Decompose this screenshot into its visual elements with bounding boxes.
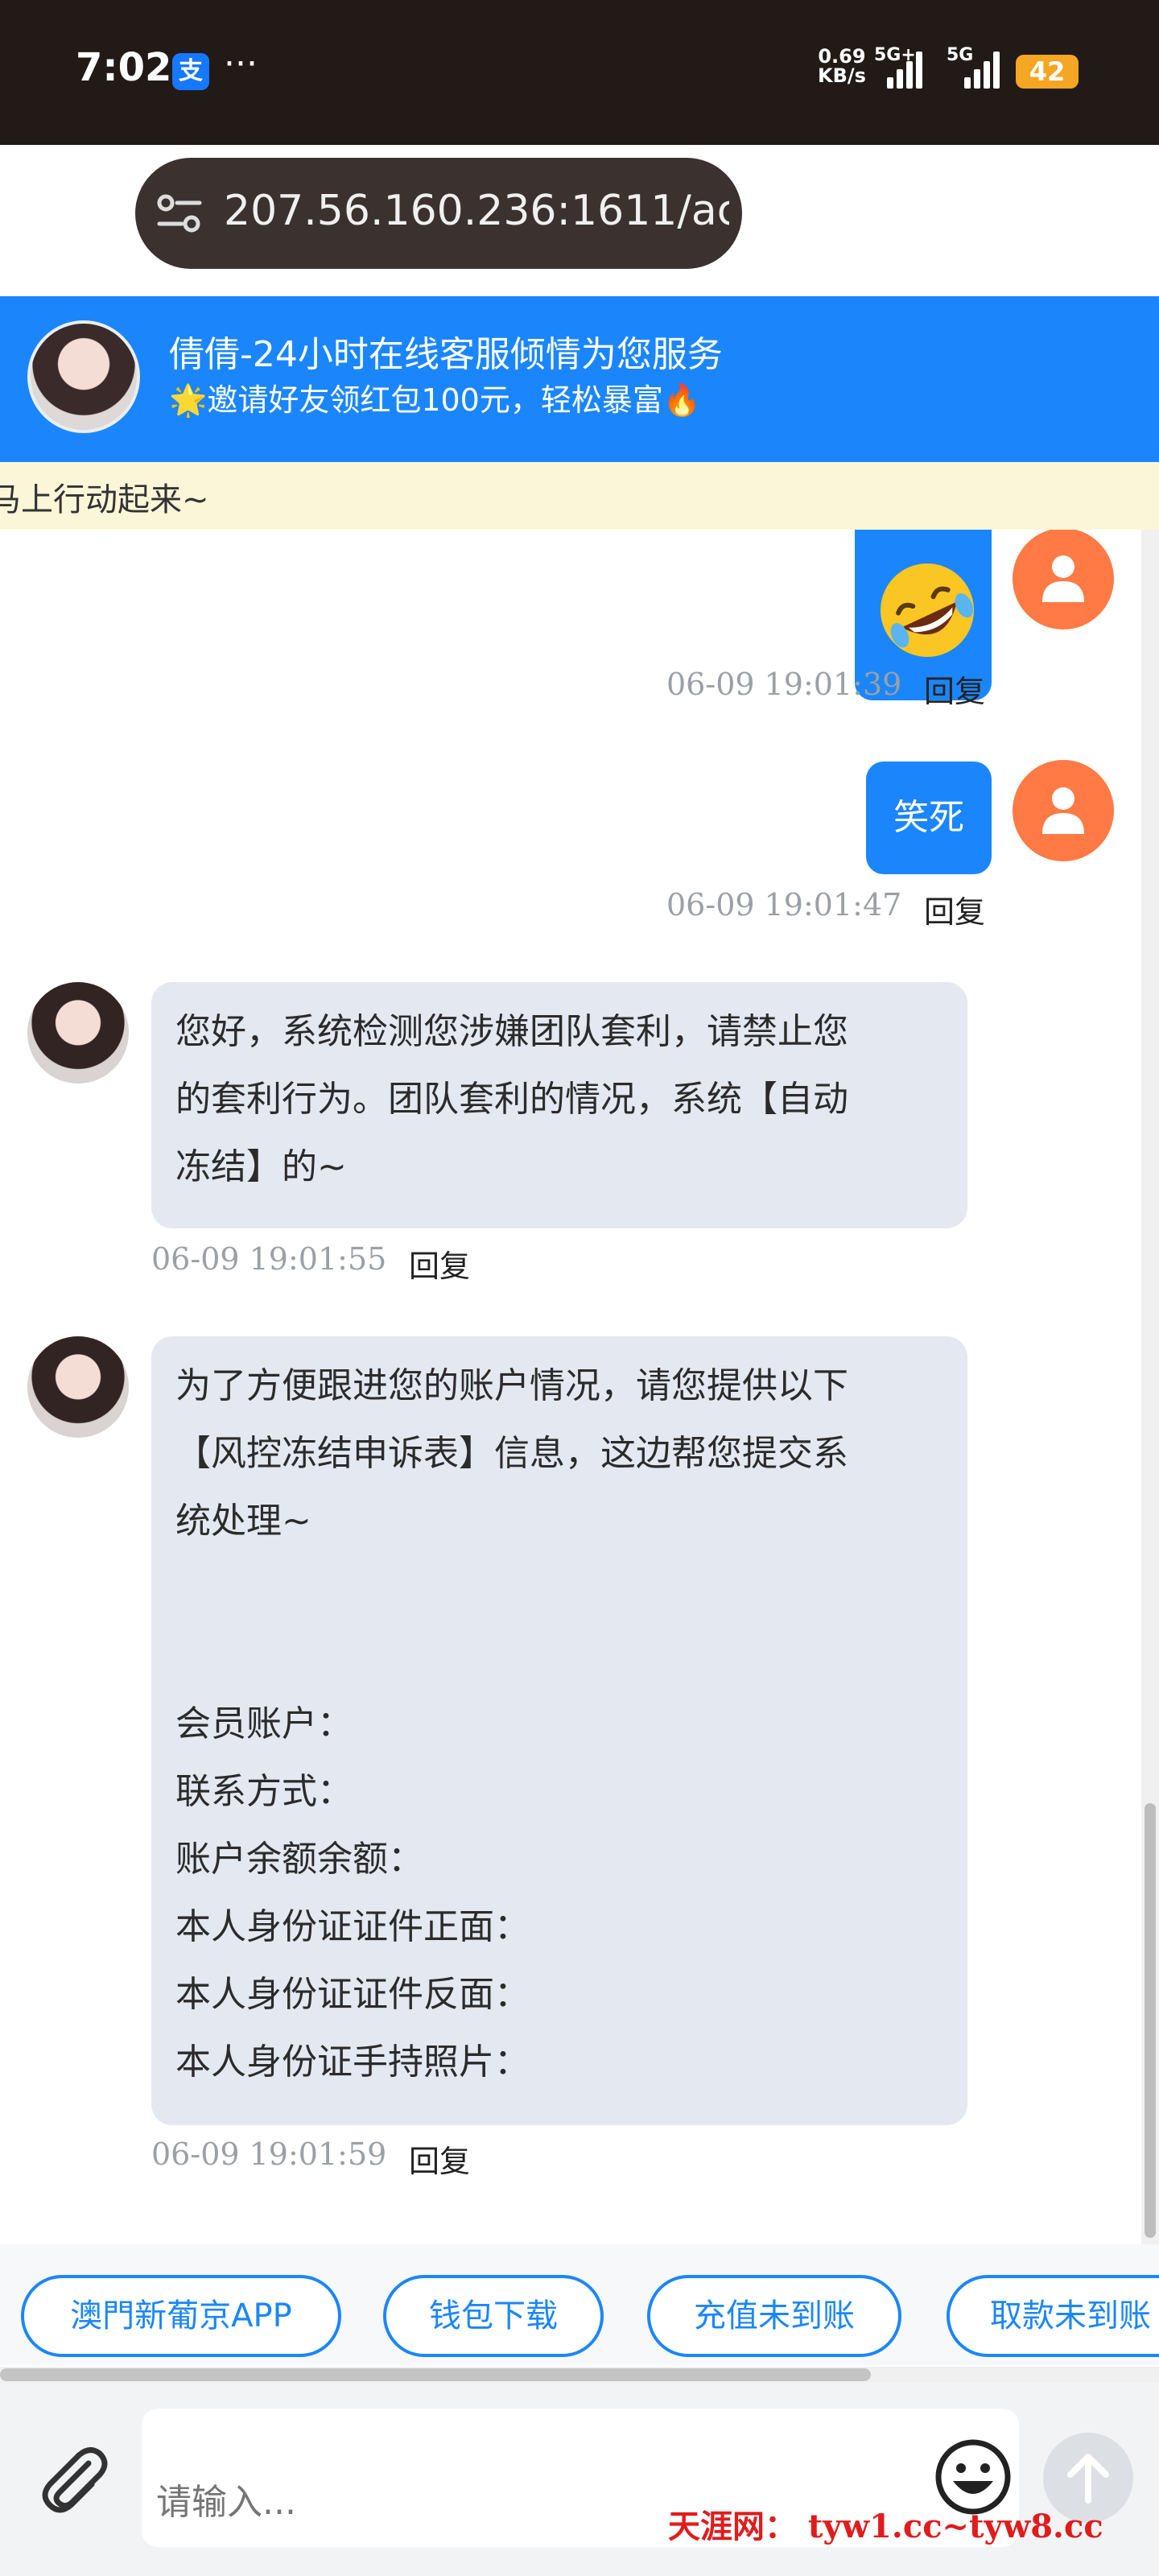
agent-avatar (27, 320, 140, 433)
message-line: 的套利行为。团队套利的情况，系统【自动 (175, 1079, 848, 1120)
alipay-icon: 支 (172, 53, 209, 90)
message-list[interactable]: 06-09 19:01:39 回复 笑死 06-09 19:01:47 回复 您… (0, 530, 1159, 2244)
quick-button-app[interactable]: 澳門新葡京APP (21, 2275, 341, 2357)
clock: 7:02 (76, 45, 172, 90)
message-line: 本人身份证证件正面： (175, 1906, 530, 1947)
network-speed-value: 0.69 (818, 45, 866, 68)
header-promo: 🌟邀请好友领红包100元，轻松暴富🔥 (169, 382, 702, 418)
network-speed-unit: KB/s (818, 64, 866, 87)
tab-switcher-button[interactable]: 14 (930, 188, 977, 235)
scrollbar-thumb[interactable] (1145, 1803, 1156, 2238)
message-timestamp: 06-09 19:01:55 (151, 1241, 387, 1277)
site-watermark: 天涯网： tyw1.cc~tyw8.cc (668, 2508, 1103, 2545)
message-timestamp: 06-09 19:01:59 (151, 2136, 387, 2172)
user-avatar (1013, 760, 1114, 861)
attachment-icon[interactable] (32, 2439, 113, 2520)
message-line: 联系方式： (175, 1771, 353, 1812)
new-tab-icon[interactable] (787, 182, 843, 238)
agent-avatar (27, 982, 129, 1084)
message-line: 统处理~ (175, 1501, 311, 1542)
reply-button[interactable]: 回复 (924, 887, 985, 931)
signal-icon-2 (964, 50, 1001, 89)
agent-avatar (27, 1336, 129, 1438)
status-bar: 7:02 支 ··· 0.69 KB/s 5G+ 5G 42 (0, 0, 1159, 145)
quick-button-wallet[interactable]: 钱包下载 (383, 2275, 604, 2357)
message-line: 本人身份证手持照片： (175, 2041, 530, 2083)
message-line: 您好，系统检测您涉嫌团队套利，请禁止您 (175, 1011, 848, 1052)
battery-icon: 42 (1016, 55, 1079, 89)
agent-title: 倩倩-24小时在线客服倾情为您服务 (169, 334, 723, 375)
message-line: 为了方便跟进您的账户情况，请您提供以下 (175, 1365, 848, 1406)
more-notifications-icon: ··· (224, 43, 258, 85)
incoming-text-bubble: 您好，系统检测您涉嫌团队套利，请禁止您 的套利行为。团队套利的情况，系统【自动 … (151, 982, 967, 1228)
reply-button[interactable]: 回复 (409, 2136, 470, 2181)
horizontal-scrollbar-thumb[interactable] (0, 2368, 871, 2381)
message-timestamp: 06-09 19:01:47 (666, 887, 902, 923)
quick-button-deposit[interactable]: 充值未到账 (647, 2275, 901, 2357)
message-line: 【风控冻结申诉表】信息，这边帮您提交系 (175, 1433, 848, 1474)
incoming-text-bubble: 为了方便跟进您的账户情况，请您提供以下 【风控冻结申诉表】信息，这边帮您提交系 … (151, 1336, 967, 2125)
address-bar[interactable]: 207.56.160.236:1611/ac?k (135, 158, 742, 269)
rolling-laughing-emoji (881, 564, 974, 657)
signal-icon-1 (887, 50, 924, 89)
outgoing-text-bubble: 笑死 (866, 762, 992, 874)
message-line: 账户余额余额： (175, 1839, 423, 1880)
site-settings-icon[interactable] (156, 192, 203, 235)
notice-text: 马上行动起来~ (0, 481, 209, 518)
message-timestamp: 06-09 19:01:39 (666, 667, 902, 702)
reply-button[interactable]: 回复 (409, 1241, 470, 1286)
quick-reply-bar: 澳門新葡京APP 钱包下载 充值未到账 取款未到账 (0, 2244, 1159, 2365)
message-line: 本人身份证证件反面： (175, 1974, 530, 2015)
browser-menu-icon[interactable] (1077, 187, 1101, 240)
notice-marquee: 马上行动起来~ (0, 462, 1159, 530)
user-avatar (1013, 530, 1114, 630)
network-speed: 0.69 KB/s (818, 47, 866, 85)
message-line: 冻结】的~ (175, 1146, 347, 1187)
reply-button[interactable]: 回复 (924, 667, 985, 711)
chat-header: 倩倩-24小时在线客服倾情为您服务 🌟邀请好友领红包100元，轻松暴富🔥 (0, 296, 1159, 462)
quick-button-withdraw[interactable]: 取款未到账 (947, 2275, 1159, 2357)
home-icon[interactable] (39, 182, 97, 240)
message-line: 会员账户： (175, 1703, 353, 1744)
url-text[interactable]: 207.56.160.236:1611/ac?k (224, 187, 729, 235)
